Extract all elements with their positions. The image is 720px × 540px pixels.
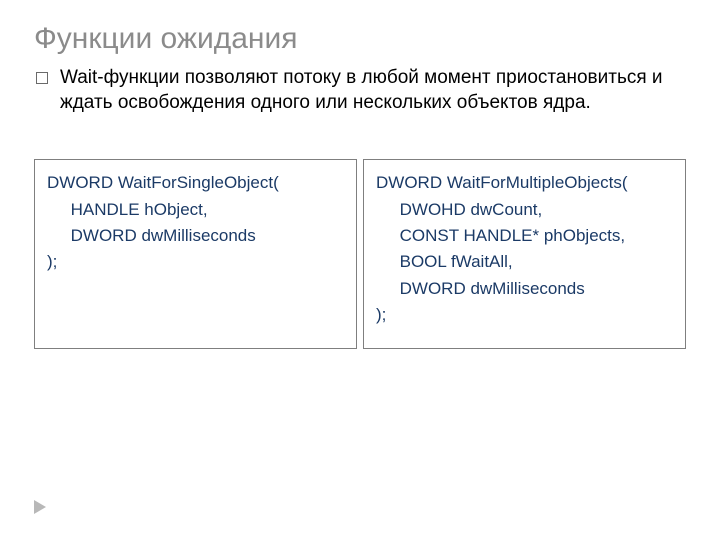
code-line: CONST HANDLE* phObjects, bbox=[376, 223, 673, 249]
description-block: Wait-функции позволяют потоку в любой мо… bbox=[36, 66, 684, 115]
slide: Функции ожидания Wait-функции позволяют … bbox=[0, 0, 720, 540]
code-line: BOOL fWaitAll, bbox=[376, 249, 673, 275]
arrow-right-icon bbox=[34, 500, 46, 514]
code-line: DWORD dwMilliseconds bbox=[376, 276, 673, 302]
code-line: DWORD dwMilliseconds bbox=[47, 223, 344, 249]
description-text: Wait-функции позволяют потоку в любой мо… bbox=[60, 66, 684, 115]
code-line: DWOHD dwCount, bbox=[376, 197, 673, 223]
code-line: DWORD WaitForMultipleObjects( bbox=[376, 170, 673, 196]
code-line: ); bbox=[376, 302, 673, 328]
code-box-right: DWORD WaitForMultipleObjects( DWOHD dwCo… bbox=[363, 159, 686, 349]
code-box-left: DWORD WaitForSingleObject( HANDLE hObjec… bbox=[34, 159, 357, 349]
slide-title: Функции ожидания bbox=[34, 22, 686, 56]
bullet-icon bbox=[36, 72, 48, 84]
code-boxes-row: DWORD WaitForSingleObject( HANDLE hObjec… bbox=[34, 159, 686, 349]
code-line: ); bbox=[47, 249, 344, 275]
code-line: DWORD WaitForSingleObject( bbox=[47, 170, 344, 196]
code-line: HANDLE hObject, bbox=[47, 197, 344, 223]
